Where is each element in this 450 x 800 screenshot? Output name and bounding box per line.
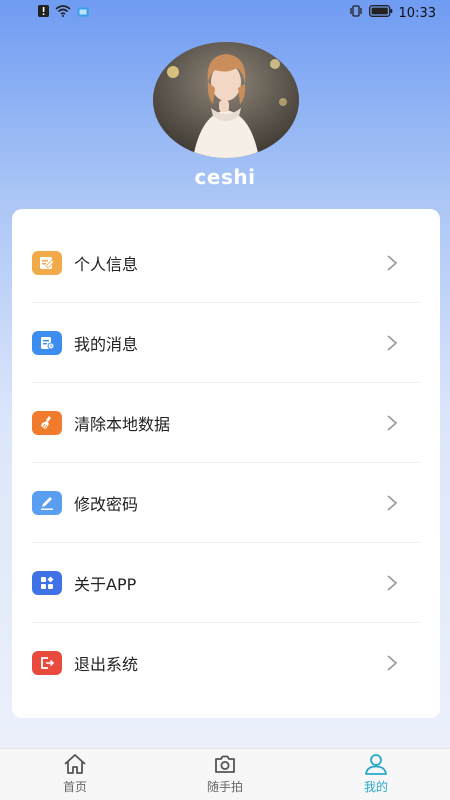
broom-icon xyxy=(32,411,62,435)
menu-card: 个人信息 我的消息 清除本地数据 修改密码 关于APP 退出系统 xyxy=(12,209,440,718)
menu-item-change-password[interactable]: 修改密码 xyxy=(32,463,420,543)
chevron-right-icon xyxy=(387,495,398,511)
menu-label: 个人信息 xyxy=(74,255,139,274)
username: ceshi xyxy=(194,165,256,189)
menu-label: 退出系统 xyxy=(74,655,139,674)
bottom-tab-bar: 首页 随手拍 我的 xyxy=(0,748,450,800)
chevron-right-icon xyxy=(387,335,398,351)
tab-label: 我的 xyxy=(363,780,388,794)
battery-icon xyxy=(368,5,393,21)
menu-label: 清除本地数据 xyxy=(74,415,171,434)
tab-home[interactable]: 首页 xyxy=(25,753,125,799)
avatar-photo xyxy=(153,42,299,158)
menu-label: 修改密码 xyxy=(74,495,139,514)
menu-item-about-app[interactable]: 关于APP xyxy=(32,543,420,623)
pencil-icon xyxy=(32,491,62,515)
status-left-icons xyxy=(38,5,89,21)
vibrate-icon xyxy=(349,5,363,21)
apps-icon xyxy=(32,571,62,595)
menu-item-logout[interactable]: 退出系统 xyxy=(32,623,420,703)
status-time: 10:33 xyxy=(398,5,436,21)
tab-snapshot[interactable]: 随手拍 xyxy=(175,753,275,799)
chevron-right-icon xyxy=(387,255,398,271)
message-icon xyxy=(32,331,62,355)
alert-icon xyxy=(38,5,49,21)
chevron-right-icon xyxy=(387,415,398,431)
tab-label: 随手拍 xyxy=(206,780,243,794)
user-icon xyxy=(365,754,387,775)
menu-item-personal-info[interactable]: 个人信息 xyxy=(32,223,420,303)
tab-mine[interactable]: 我的 xyxy=(326,753,426,799)
status-bar: 10:33 xyxy=(0,0,450,26)
id-card-icon xyxy=(32,251,62,275)
home-icon xyxy=(64,754,86,774)
menu-label: 我的消息 xyxy=(74,335,139,354)
exit-icon xyxy=(32,651,62,675)
camera-icon xyxy=(215,755,235,773)
avatar[interactable] xyxy=(153,42,299,158)
menu-item-clear-local-data[interactable]: 清除本地数据 xyxy=(32,383,420,463)
status-right-icons: 10:33 xyxy=(349,5,436,21)
chevron-right-icon xyxy=(387,655,398,671)
menu-label: 关于APP xyxy=(74,575,137,594)
screen-icon xyxy=(77,6,89,21)
wifi-icon xyxy=(55,5,71,21)
chevron-right-icon xyxy=(387,575,398,591)
tab-label: 首页 xyxy=(62,780,87,794)
menu-item-my-messages[interactable]: 我的消息 xyxy=(32,303,420,383)
